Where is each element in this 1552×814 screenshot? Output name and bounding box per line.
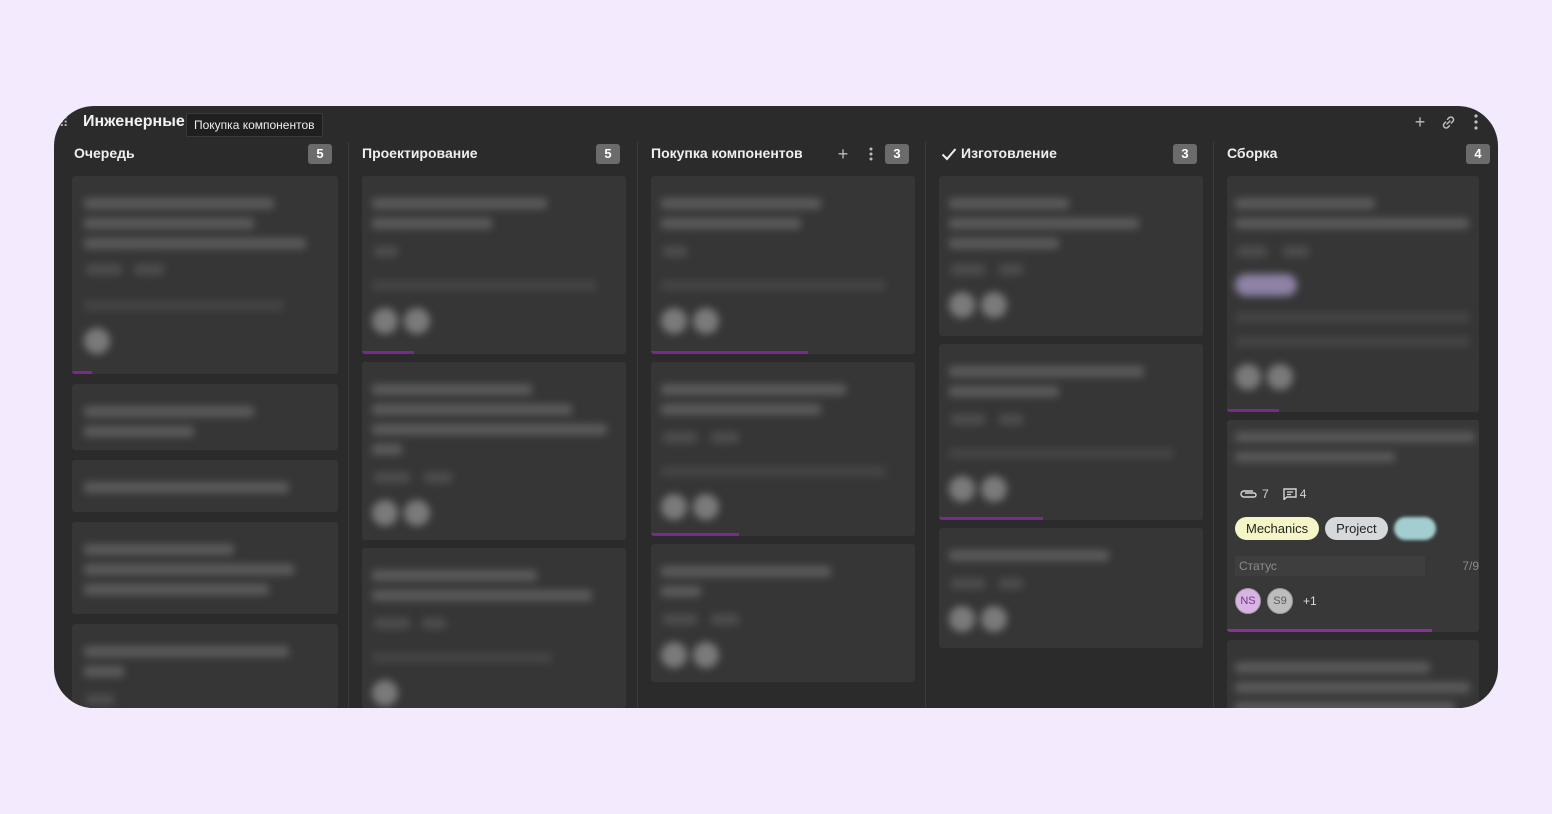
progress-bar: [1227, 629, 1432, 632]
card[interactable]: [651, 544, 915, 682]
plus-icon[interactable]: +: [1410, 111, 1430, 133]
card[interactable]: [72, 624, 338, 708]
column-title: Сборка: [1227, 145, 1278, 161]
avatar[interactable]: NS: [1235, 588, 1261, 614]
tag-mechanics[interactable]: Mechanics: [1235, 517, 1320, 540]
column-queue: Очередь 5: [66, 142, 340, 708]
column-count-badge: 3: [885, 144, 909, 164]
status-row: Статус 7/9: [1235, 556, 1479, 576]
card[interactable]: [72, 176, 338, 374]
card[interactable]: [651, 176, 915, 354]
column-title: Изготовление: [961, 145, 1057, 161]
column-header: Проектирование 5: [354, 142, 628, 166]
card[interactable]: [362, 548, 626, 708]
focused-card[interactable]: 7 4 Mechanics Project Статус 7/9 NS S9 +…: [1227, 420, 1479, 632]
plus-icon[interactable]: +: [833, 143, 853, 165]
tooltip: Покупка компонентов: [186, 113, 323, 137]
board-topbar: ⠿ Инженерные Покупка компонентов +: [54, 106, 1498, 140]
tag-project[interactable]: Project: [1325, 517, 1388, 540]
column-count-badge: 4: [1466, 144, 1490, 164]
board-title: Инженерные: [83, 113, 185, 130]
card[interactable]: [1227, 640, 1479, 708]
link-icon[interactable]: [1438, 111, 1458, 133]
card[interactable]: [72, 522, 338, 614]
attachments: 7: [1239, 487, 1269, 501]
column-title: Проектирование: [362, 145, 478, 161]
card[interactable]: [651, 362, 915, 536]
column-title: Очередь: [74, 145, 135, 161]
column-header: Покупка компонентов + 3: [643, 142, 917, 166]
column-header: Сборка 4: [1219, 142, 1490, 166]
more-vertical-icon[interactable]: [861, 143, 881, 165]
drag-handle-icon[interactable]: ⠿: [59, 116, 68, 130]
card[interactable]: [362, 176, 626, 354]
card-meta: 7 4: [1239, 487, 1306, 501]
column-design: Проектирование 5: [354, 142, 628, 708]
comments: 4: [1282, 487, 1307, 501]
check-icon: [941, 147, 957, 166]
card[interactable]: [939, 528, 1203, 648]
tags: Mechanics Project: [1235, 517, 1436, 540]
paperclip-icon: [1239, 488, 1259, 500]
status-label: Статус: [1239, 559, 1277, 573]
card[interactable]: [362, 362, 626, 540]
board-actions: +: [1410, 111, 1486, 133]
card[interactable]: [72, 460, 338, 512]
assignees: NS S9 +1: [1235, 588, 1317, 614]
column-assembly: Сборка 4 7 4 Mechanics Project Статус 7/…: [1219, 142, 1490, 708]
more-assignees[interactable]: +1: [1303, 594, 1317, 608]
comments-count: 4: [1299, 487, 1307, 501]
tag-hidden[interactable]: [1393, 517, 1436, 540]
column-header: Очередь 5: [66, 142, 340, 166]
card[interactable]: [1227, 176, 1479, 412]
kanban-board: ⠿ Инженерные Покупка компонентов + Очере…: [54, 106, 1498, 708]
column-count-badge: 5: [308, 144, 332, 164]
avatar[interactable]: S9: [1267, 588, 1293, 614]
column-manufacturing: Изготовление 3: [931, 142, 1205, 708]
card[interactable]: [72, 384, 338, 450]
column-header: Изготовление 3: [931, 142, 1205, 166]
column-purchasing: Покупка компонентов + 3: [643, 142, 917, 708]
column-title: Покупка компонентов: [651, 145, 803, 161]
more-vertical-icon[interactable]: [1466, 111, 1486, 133]
card[interactable]: [939, 176, 1203, 336]
card[interactable]: [939, 344, 1203, 520]
comment-icon: [1282, 488, 1297, 500]
attachments-count: 7: [1262, 487, 1269, 501]
column-count-badge: 5: [596, 144, 620, 164]
column-count-badge: 3: [1173, 144, 1197, 164]
status-count: 7/9: [1462, 559, 1479, 573]
